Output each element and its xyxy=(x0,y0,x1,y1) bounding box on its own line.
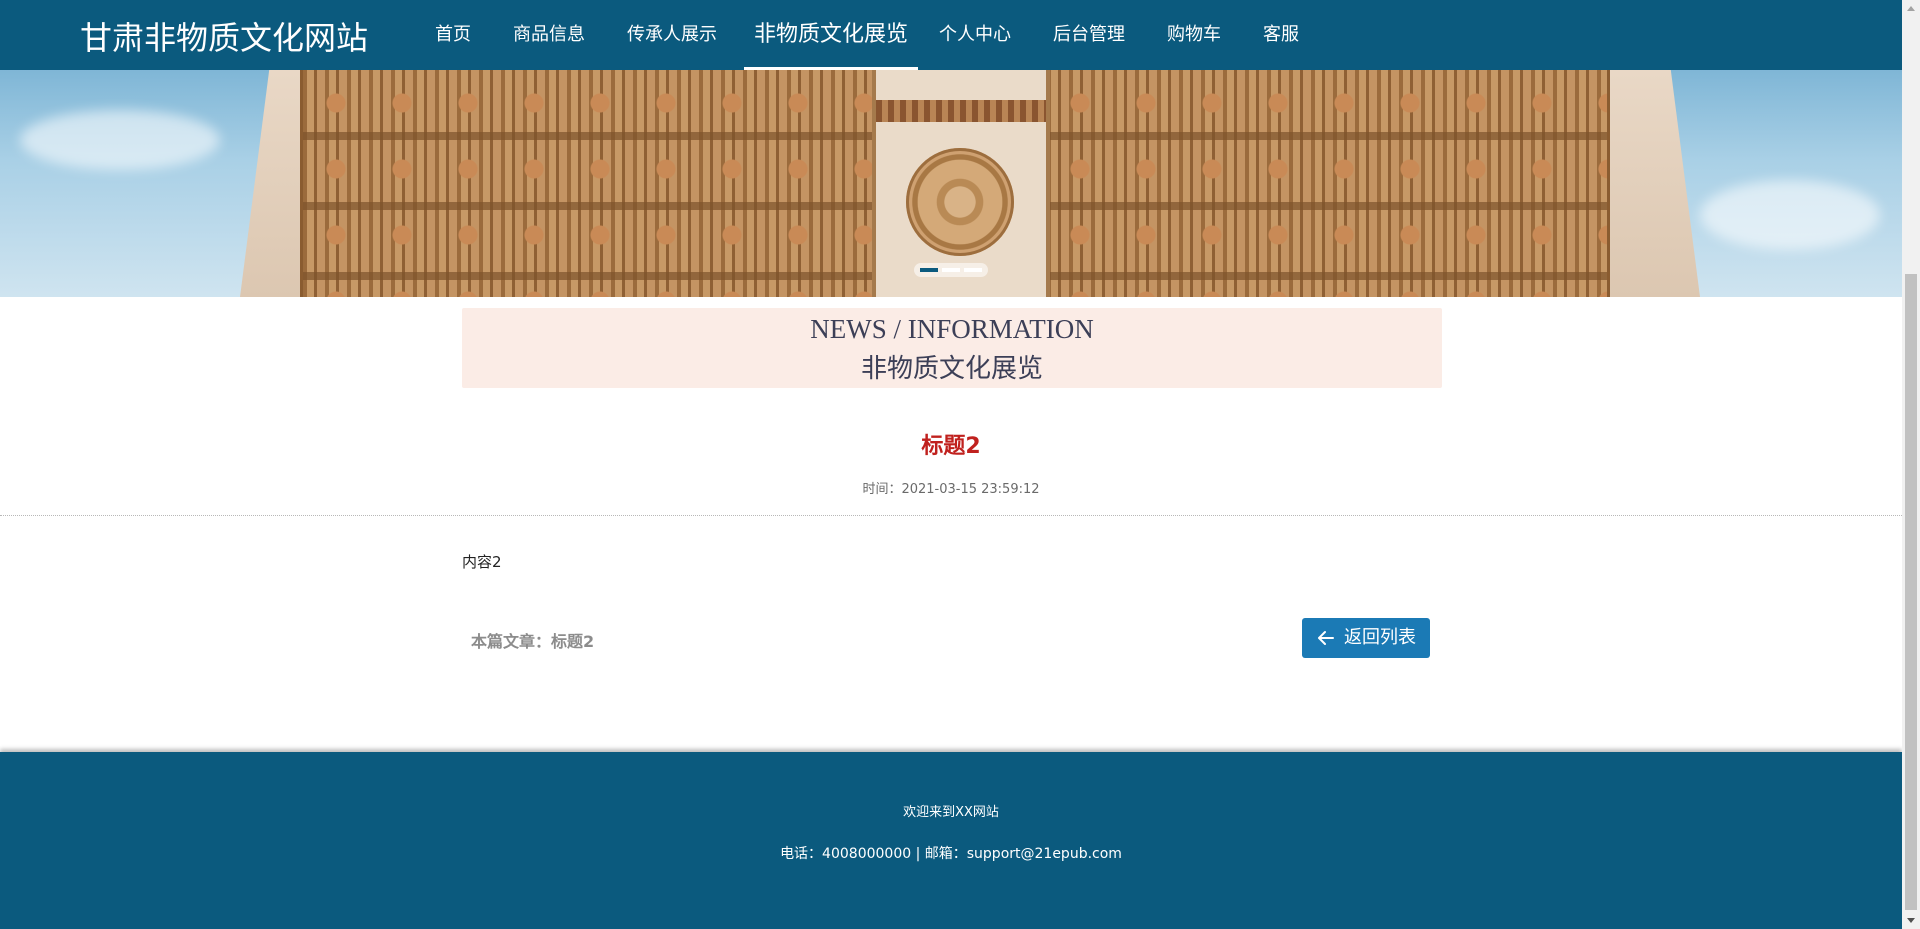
article-content: 内容2 xyxy=(462,553,502,571)
section-title-cn: 非物质文化展览 xyxy=(860,354,1043,384)
gate-band xyxy=(876,100,1046,122)
carousel-dot-1[interactable] xyxy=(920,268,938,272)
banner-ornament-panel-right xyxy=(1044,70,1610,297)
site-title[interactable]: 甘肃非物质文化网站 xyxy=(80,13,368,59)
top-navbar: 甘肃非物质文化网站 首页 商品信息 传承人展示 非物质文化展览 个人中心 后台管… xyxy=(0,0,1902,70)
cloud-decoration xyxy=(20,110,220,170)
scroll-up-icon[interactable] xyxy=(1902,0,1920,17)
back-to-list-label: 返回列表 xyxy=(1344,627,1416,648)
carousel-dot-2[interactable] xyxy=(942,268,960,272)
section-title-en: NEWS / INFORMATION xyxy=(810,314,1094,344)
footer-welcome: 欢迎来到XX网站 xyxy=(903,805,999,820)
page: 甘肃非物质文化网站 首页 商品信息 传承人展示 非物质文化展览 个人中心 后台管… xyxy=(0,0,1902,929)
article-title: 标题2 xyxy=(921,434,981,459)
banner-carousel[interactable] xyxy=(0,70,1902,297)
article-divider xyxy=(0,515,1902,516)
nav-item-customer-service[interactable]: 客服 xyxy=(1242,0,1320,70)
article-time: 时间：2021-03-15 23:59:12 xyxy=(862,482,1040,497)
banner-ornament-panel-left xyxy=(300,70,876,297)
nav-item-cart[interactable]: 购物车 xyxy=(1146,0,1242,70)
nav-item-exhibition[interactable]: 非物质文化展览 xyxy=(744,0,919,70)
scroll-down-icon[interactable] xyxy=(1902,912,1920,929)
back-to-list-button[interactable]: 返回列表 xyxy=(1302,618,1430,658)
medallion-emblem xyxy=(906,148,1014,256)
arrow-left-icon xyxy=(1318,631,1334,645)
carousel-dot-3[interactable] xyxy=(964,268,982,272)
current-article-label: 本篇文章：标题2 xyxy=(471,632,595,651)
footer: 欢迎来到XX网站 电话：4008000000 | 邮箱：support@21ep… xyxy=(0,752,1902,929)
main-nav: 首页 商品信息 传承人展示 非物质文化展览 个人中心 后台管理 购物车 客服 xyxy=(414,0,1320,70)
section-heading: NEWS / INFORMATION 非物质文化展览 xyxy=(462,308,1442,388)
nav-item-admin[interactable]: 后台管理 xyxy=(1032,0,1146,70)
nav-item-personal-center[interactable]: 个人中心 xyxy=(918,0,1032,70)
nav-item-products[interactable]: 商品信息 xyxy=(492,0,606,70)
vertical-scrollbar[interactable] xyxy=(1902,0,1920,929)
scrollbar-thumb[interactable] xyxy=(1905,274,1917,910)
nav-item-home[interactable]: 首页 xyxy=(414,0,492,70)
nav-item-inheritors[interactable]: 传承人展示 xyxy=(606,0,738,70)
cloud-decoration xyxy=(1700,180,1880,250)
footer-contact: 电话：4008000000 | 邮箱：support@21epub.com xyxy=(780,846,1122,862)
carousel-indicators xyxy=(914,263,988,277)
